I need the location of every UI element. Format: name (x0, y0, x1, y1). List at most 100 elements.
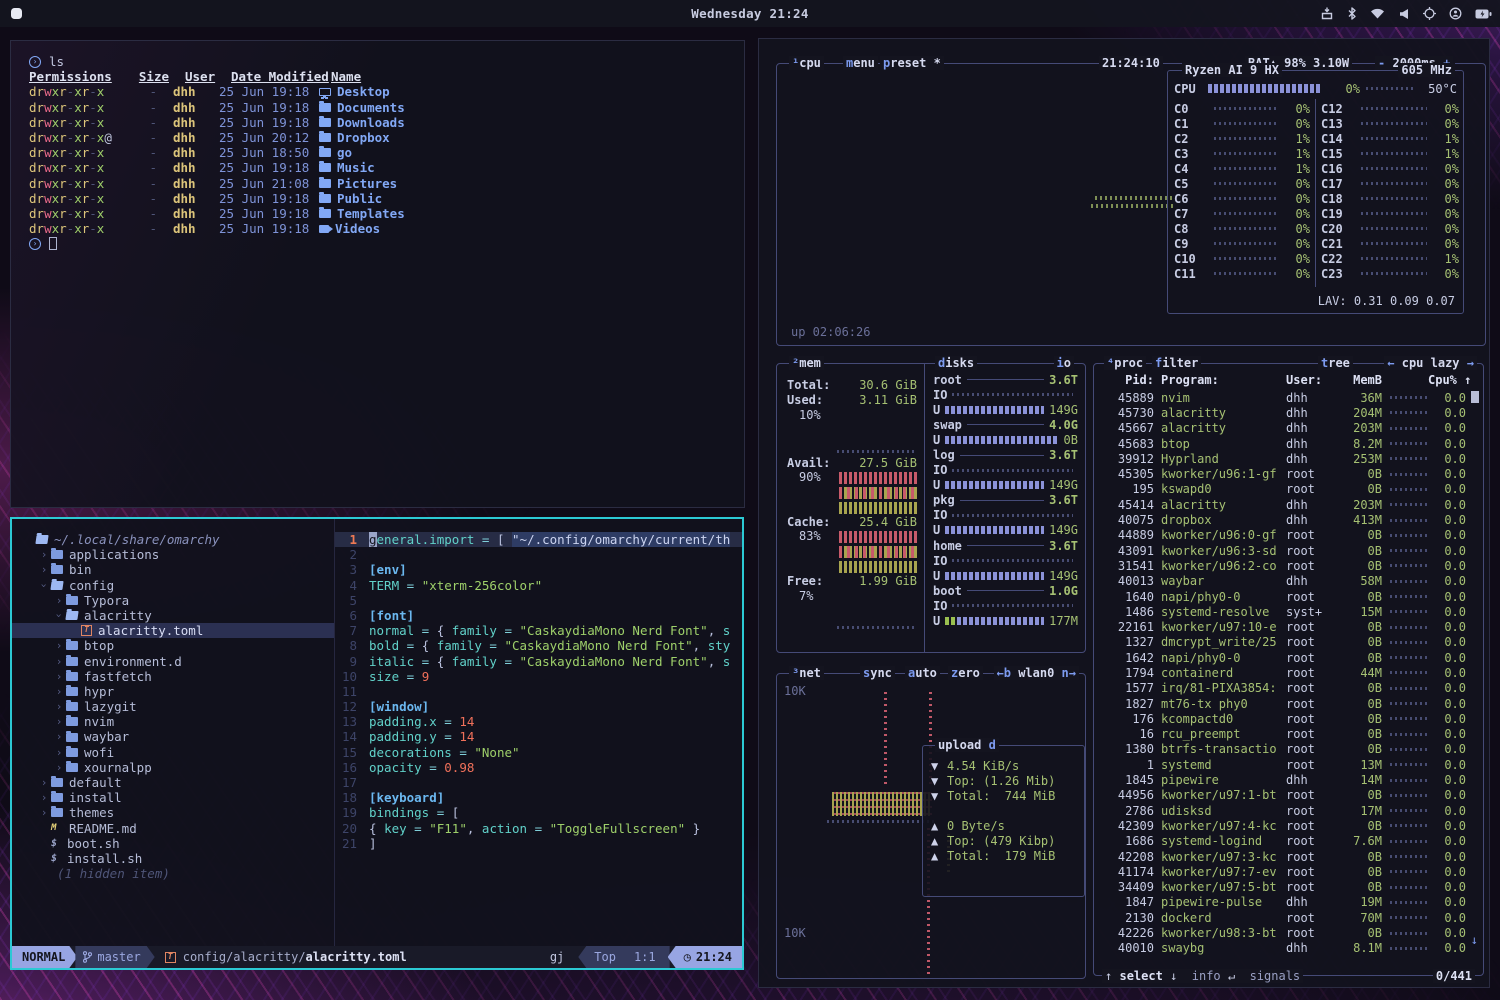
tree-item[interactable]: ›default (12, 775, 334, 790)
process-row[interactable]: 45414 alacritty dhh 203M 0.0 (1094, 497, 1469, 512)
proc-footer[interactable]: ↑ select ↓ info ↵ signals (1102, 969, 1303, 983)
tree-item[interactable]: ›bin (12, 562, 334, 577)
tree-item[interactable]: (1 hidden item) (12, 866, 334, 881)
process-row[interactable]: 16 rcu_preempt root 0B 0.0 (1094, 727, 1469, 742)
process-row[interactable]: 1845 pipewire dhh 14M 0.0 (1094, 772, 1469, 787)
tree-item[interactable]: alacritty.toml (12, 623, 334, 638)
owner: dhh (157, 115, 203, 130)
scroll-down-icon[interactable]: ↓ (1471, 933, 1478, 947)
process-row[interactable]: 45683 btop dhh 8.2M 0.0 (1094, 436, 1469, 451)
process-row[interactable]: 176 kcompactd0 root 0B 0.0 (1094, 711, 1469, 726)
process-row[interactable]: 1380 btrfs-transactio root 0B 0.0 (1094, 742, 1469, 757)
tree-item[interactable]: ›lazygit (12, 699, 334, 714)
process-row[interactable]: 1 systemd root 13M 0.0 (1094, 757, 1469, 772)
process-row[interactable]: 1486 systemd-resolve syst+ 15M 0.0 (1094, 604, 1469, 619)
tab-mem[interactable]: ²mem (789, 356, 824, 370)
proc-scrollbar[interactable] (1471, 391, 1479, 403)
process-row[interactable]: 40013 waybar dhh 58M 0.0 (1094, 574, 1469, 589)
tree-item[interactable]: ›waybar (12, 729, 334, 744)
net-sync[interactable]: sync (860, 666, 895, 680)
process-row[interactable]: 22161 kworker/u97:10-e root 0B 0.0 (1094, 619, 1469, 634)
process-row[interactable]: 42309 kworker/u97:4-kc root 0B 0.0 (1094, 818, 1469, 833)
tree-item[interactable]: ›hypr (12, 684, 334, 699)
net-auto[interactable]: auto (905, 666, 940, 680)
process-list: 45889 nvim dhh 36M 0.0 45730 alacritty d… (1094, 390, 1469, 956)
proc-header[interactable]: Pid: Program: User: MemB Cpu% ↑ (1094, 372, 1469, 387)
process-row[interactable]: 195 kswapd0 root 0B 0.0 (1094, 482, 1469, 497)
process-row[interactable]: 42208 kworker/u97:3-kc root 0B 0.0 (1094, 849, 1469, 864)
filter-button[interactable]: filter (1152, 356, 1201, 370)
process-row[interactable]: 45667 alacritty dhh 203M 0.0 (1094, 421, 1469, 436)
updates-icon[interactable] (1320, 7, 1334, 20)
process-row[interactable]: 1686 systemd-logind root 7.6M 0.0 (1094, 834, 1469, 849)
tree-item[interactable]: ›alacritty (12, 608, 334, 623)
net-zero[interactable]: zero (948, 666, 983, 680)
file-name: Documents (307, 100, 405, 115)
process-row[interactable]: 40075 dropbox dhh 413M 0.0 (1094, 512, 1469, 527)
btop-window[interactable]: ¹cpu menu preset * 21:24:10 BAT▲ 98% 3.1… (758, 38, 1490, 988)
file-icon (319, 118, 331, 127)
tree-item-icon (66, 717, 78, 726)
tree-item[interactable]: ›btop (12, 638, 334, 653)
process-row[interactable]: 43091 kworker/u96:3-sd root 0B 0.0 (1094, 543, 1469, 558)
process-row[interactable]: 45889 nvim dhh 36M 0.0 (1094, 390, 1469, 405)
tree-item[interactable]: boot.sh (12, 836, 334, 851)
process-row[interactable]: 1642 napi/phy0-0 root 0B 0.0 (1094, 650, 1469, 665)
process-row[interactable]: 45730 alacritty dhh 204M 0.0 (1094, 405, 1469, 420)
prompt-line-empty[interactable]: › (29, 236, 744, 251)
code-editor[interactable]: 1 general.import = [ "~/.config/omarchy/… (335, 519, 742, 946)
command-text: ls (49, 54, 64, 69)
process-row[interactable]: 1827 mt76-tx phy0 root 0B 0.0 (1094, 696, 1469, 711)
tree-item[interactable]: README.md (12, 821, 334, 836)
bluetooth-icon[interactable] (1347, 7, 1357, 20)
process-row[interactable]: 1847 pipewire-pulse dhh 19M 0.0 (1094, 895, 1469, 910)
process-row[interactable]: 31541 kworker/u96:2-co root 0B 0.0 (1094, 558, 1469, 573)
io-mode[interactable]: io (1054, 356, 1074, 370)
tree-item[interactable]: ›nvim (12, 714, 334, 729)
process-row[interactable]: 44956 kworker/u97:1-bt root 0B 0.0 (1094, 788, 1469, 803)
tree-item[interactable]: ›fastfetch (12, 669, 334, 684)
tree-item[interactable]: ›themes (12, 805, 334, 820)
net-interface[interactable]: ←b wlan0 n→ (994, 666, 1080, 680)
menu-button[interactable]: menu (843, 56, 878, 70)
line-number: 8 (335, 638, 369, 653)
tab-cpu[interactable]: ¹cpu (789, 56, 824, 70)
tree-item[interactable]: ›wofi (12, 745, 334, 760)
tree-toggle[interactable]: tree (1318, 356, 1353, 370)
editor-window[interactable]: ~/.local/share/omarchy ›applications ›bi… (10, 517, 744, 970)
process-row[interactable]: 1640 napi/phy0-0 root 0B 0.0 (1094, 589, 1469, 604)
tab-proc[interactable]: ⁴proc (1104, 356, 1146, 370)
process-row[interactable]: 1794 containerd root 44M 0.0 (1094, 665, 1469, 680)
process-row[interactable]: 34409 kworker/u97:5-bt root 0B 0.0 (1094, 880, 1469, 895)
preset-button[interactable]: preset * (880, 56, 944, 70)
terminal-window[interactable]: › ls Permissions Size User Date Modified… (10, 40, 745, 508)
wifi-icon[interactable] (1370, 8, 1385, 19)
process-row[interactable]: 1577 irq/81-PIXA3854: root 0B 0.0 (1094, 681, 1469, 696)
code-token: = (407, 821, 430, 836)
tree-item[interactable]: ~/.local/share/omarchy (12, 532, 334, 547)
tree-item[interactable]: ›install (12, 790, 334, 805)
volume-icon[interactable] (1398, 8, 1410, 20)
process-row[interactable]: 2786 udisksd root 17M 0.0 (1094, 803, 1469, 818)
tree-item[interactable]: ›applications (12, 547, 334, 562)
process-row[interactable]: 1327 dmcrypt_write/25 root 0B 0.0 (1094, 635, 1469, 650)
tab-net[interactable]: ³net (789, 666, 824, 680)
tree-item[interactable]: ›Typora (12, 593, 334, 608)
tree-item[interactable]: ›config (12, 578, 334, 593)
process-row[interactable]: 45305 kworker/u96:1-gf root 0B 0.0 (1094, 466, 1469, 481)
process-row[interactable]: 39912 Hyprland dhh 253M 0.0 (1094, 451, 1469, 466)
code-token: eneral.import (377, 532, 475, 547)
process-row[interactable]: 40010 swaybg dhh 8.1M 0.0 (1094, 941, 1469, 956)
screen-record-icon[interactable] (1423, 7, 1436, 20)
sort-selector[interactable]: ← cpu lazy → (1384, 356, 1477, 370)
process-row[interactable]: 42226 kworker/u98:3-bt root 0B 0.0 (1094, 925, 1469, 940)
tree-item[interactable]: ›xournalpp (12, 760, 334, 775)
process-row[interactable]: 2130 dockerd root 70M 0.0 (1094, 910, 1469, 925)
tree-item[interactable]: ›environment.d (12, 654, 334, 669)
git-branch[interactable]: master (75, 946, 154, 968)
user-circle-icon[interactable] (1449, 7, 1462, 20)
tree-item[interactable]: install.sh (12, 851, 334, 866)
process-row[interactable]: 44889 kworker/u96:0-gf root 0B 0.0 (1094, 528, 1469, 543)
process-row[interactable]: 41174 kworker/u97:7-ev root 0B 0.0 (1094, 864, 1469, 879)
battery-icon[interactable] (1475, 8, 1492, 20)
